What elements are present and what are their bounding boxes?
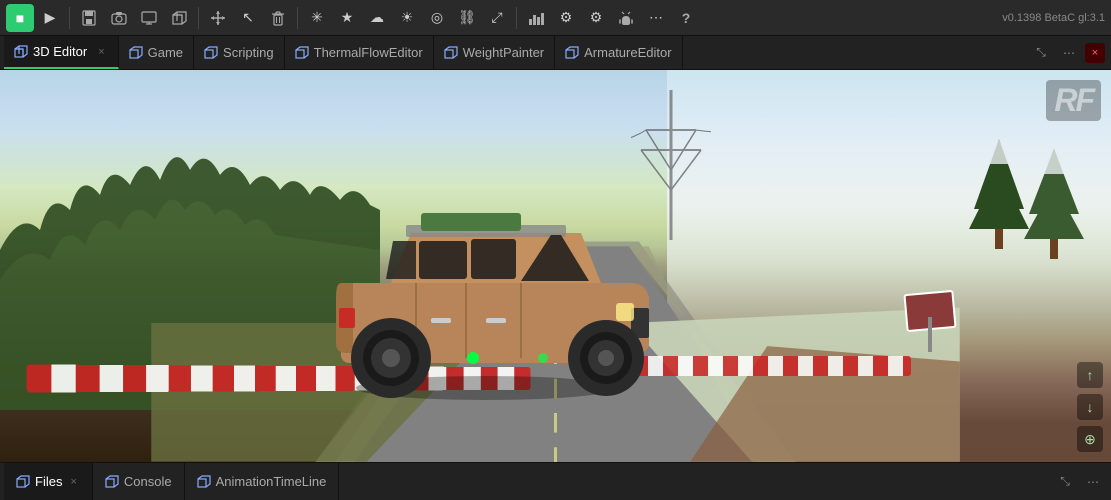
more-button[interactable]: ⋯ xyxy=(642,4,670,32)
chart-button[interactable] xyxy=(522,4,550,32)
bottom-more-button[interactable]: ⋯ xyxy=(1081,470,1105,494)
separator-4 xyxy=(516,7,517,29)
tab-3d-editor-label: 3D Editor xyxy=(33,44,87,59)
move-button[interactable]: ⤢ xyxy=(483,4,511,32)
bottom-tab-files-icon xyxy=(16,475,30,489)
bottom-tab-console-label: Console xyxy=(124,474,172,489)
tab-armature-icon xyxy=(565,46,579,60)
tab-weight-label: WeightPainter xyxy=(463,45,544,60)
viewport-nav3d-button[interactable]: ⊕ xyxy=(1077,426,1103,452)
barrier-right xyxy=(633,356,911,376)
bottom-expand-button[interactable]: ⤡ xyxy=(1053,470,1077,494)
help-button[interactable]: ? xyxy=(672,4,700,32)
bottom-tab-animation-icon xyxy=(197,475,211,489)
tab-game[interactable]: Game xyxy=(119,36,194,69)
delete-button[interactable] xyxy=(264,4,292,32)
tab-game-label: Game xyxy=(148,45,183,60)
watermark: RF xyxy=(1046,80,1101,121)
bottom-tab-animation-label: AnimationTimeLine xyxy=(216,474,327,489)
tab-close-panel-button[interactable]: × xyxy=(1085,43,1105,63)
separator-2 xyxy=(198,7,199,29)
tab-weight-painter[interactable]: WeightPainter xyxy=(434,36,555,69)
viewport-icons: ↑ ↓ ⊕ xyxy=(1077,362,1103,452)
top-toolbar: ■ ▶ ↖ ✳ ★ ☁ ☀ ◎ ⛓ ⤢ ⚙ ⚙ ⋯ ? v0.1398 Beta… xyxy=(0,0,1111,36)
bottom-tab-files-label: Files xyxy=(35,474,62,489)
tab-armature-editor[interactable]: ArmatureEditor xyxy=(555,36,682,69)
viewport-down-button[interactable]: ↓ xyxy=(1077,394,1103,420)
box-button[interactable] xyxy=(165,4,193,32)
transform-button[interactable] xyxy=(204,4,232,32)
play-button[interactable]: ▶ xyxy=(36,4,64,32)
viewport[interactable]: RF ↑ ↓ ⊕ xyxy=(0,70,1111,462)
tab-3d-editor-close[interactable]: × xyxy=(95,45,107,59)
bottom-tab-console-icon xyxy=(105,475,119,489)
cloud-button[interactable]: ☁ xyxy=(363,4,391,32)
settings-button[interactable]: ⚙ xyxy=(552,4,580,32)
tab-armature-label: ArmatureEditor xyxy=(584,45,671,60)
android-button[interactable] xyxy=(612,4,640,32)
bottom-tab-files-close[interactable]: × xyxy=(67,475,79,489)
tab-more-button[interactable]: ⋯ xyxy=(1057,41,1081,65)
trees-right xyxy=(969,129,1089,329)
save-button[interactable] xyxy=(75,4,103,32)
separator-3 xyxy=(297,7,298,29)
bottom-tab-animation[interactable]: AnimationTimeLine xyxy=(185,463,340,500)
light-button[interactable]: ✳ xyxy=(303,4,331,32)
stop-button[interactable]: ■ xyxy=(6,4,34,32)
bottom-tab-files[interactable]: Files × xyxy=(4,463,93,500)
road-sign xyxy=(905,292,955,352)
settings2-button[interactable]: ⚙ xyxy=(582,4,610,32)
bottom-tab-actions: ⤡ ⋯ xyxy=(1053,463,1111,500)
road-sign-pole xyxy=(928,317,932,352)
car-svg xyxy=(311,153,661,403)
bottom-panel: Files × Console AnimationTimeLine ⤡ ⋯ xyxy=(0,462,1111,500)
tab-game-icon xyxy=(129,46,143,60)
tab-expand-button[interactable]: ⤡ xyxy=(1029,41,1053,65)
tab-thermal-icon xyxy=(295,46,309,60)
separator-1 xyxy=(69,7,70,29)
link-button[interactable]: ⛓ xyxy=(453,4,481,32)
bottom-tab-console[interactable]: Console xyxy=(93,463,185,500)
tab-weight-icon xyxy=(444,46,458,60)
tab-thermal-label: ThermalFlowEditor xyxy=(314,45,423,60)
tab-3d-editor[interactable]: 3D Editor × xyxy=(4,36,119,69)
star-button[interactable]: ★ xyxy=(333,4,361,32)
brightness-button[interactable]: ☀ xyxy=(393,4,421,32)
camera-button[interactable] xyxy=(105,4,133,32)
cursor-button[interactable]: ↖ xyxy=(234,4,262,32)
car xyxy=(311,153,661,403)
circle-button[interactable]: ◎ xyxy=(423,4,451,32)
tab-bar-actions: ⤡ ⋯ × xyxy=(1029,36,1111,69)
version-label: v0.1398 BetaC gl:3.1 xyxy=(1002,12,1105,24)
tab-thermal-flow[interactable]: ThermalFlowEditor xyxy=(285,36,434,69)
tab-3d-editor-icon xyxy=(14,45,28,59)
tab-scripting-label: Scripting xyxy=(223,45,274,60)
monitor-button[interactable] xyxy=(135,4,163,32)
viewport-up-button[interactable]: ↑ xyxy=(1077,362,1103,388)
tab-scripting-icon xyxy=(204,46,218,60)
tab-scripting[interactable]: Scripting xyxy=(194,36,285,69)
tab-bar: 3D Editor × Game Scripting ThermalFlowEd… xyxy=(0,36,1111,70)
